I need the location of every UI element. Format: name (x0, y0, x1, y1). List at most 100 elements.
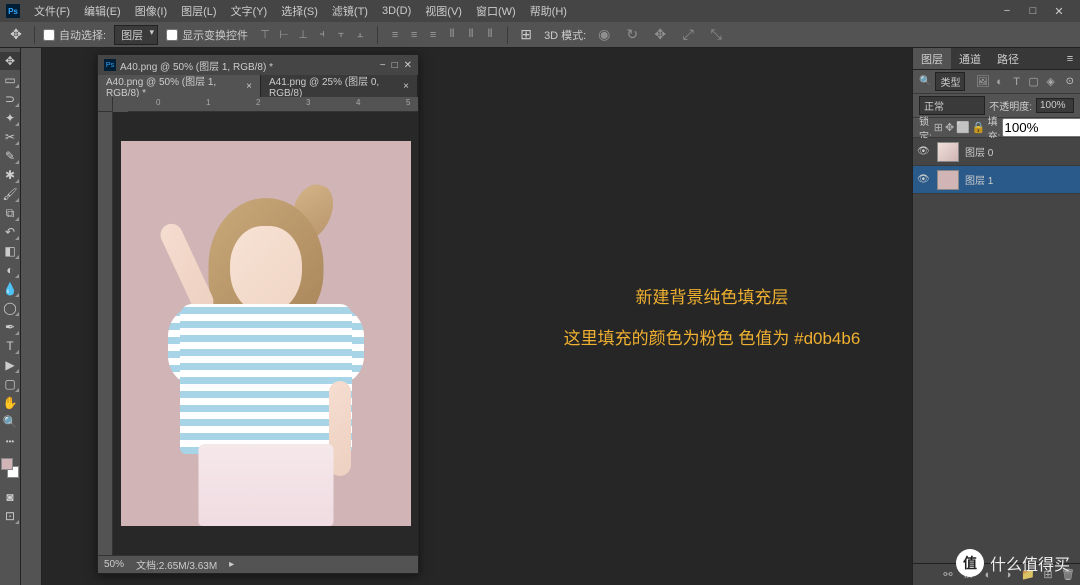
canvas-area[interactable] (113, 112, 418, 555)
align-bottom-icon[interactable]: ⊥ (294, 26, 312, 44)
crop-tool[interactable]: ✂ (0, 128, 20, 146)
color-swatches[interactable] (0, 457, 20, 479)
panel-tab-channels[interactable]: 通道 (951, 48, 989, 69)
hand-tool[interactable]: ✋ (0, 394, 20, 412)
menu-image[interactable]: 图像(I) (129, 1, 173, 21)
align-top-icon[interactable]: ⊤ (256, 26, 274, 44)
zoom-tool[interactable]: 🔍 (0, 413, 20, 431)
type-tool[interactable]: T (0, 337, 20, 355)
doc-close-button[interactable]: ✕ (404, 60, 412, 71)
doc-minimize-button[interactable]: − (380, 60, 386, 71)
doc-tab-1-close[interactable]: × (403, 81, 409, 92)
filter-shape-icon[interactable]: ▢ (1027, 75, 1041, 89)
layer-filter-dropdown[interactable]: 类型 (935, 72, 965, 91)
filter-pixel-icon[interactable]: 🖼 (976, 75, 990, 89)
document-titlebar[interactable]: Ps A40.png @ 50% (图层 1, RGB/8) * − □ ✕ (98, 55, 418, 75)
menu-type[interactable]: 文字(Y) (225, 1, 274, 21)
lock-all-icon[interactable]: 🔒 (972, 121, 986, 134)
distribute-right-icon[interactable]: ⦀ (481, 26, 499, 44)
show-transform-checkbox[interactable]: 显示变换控件 (166, 27, 248, 43)
blur-tool[interactable]: 💧 (0, 280, 20, 298)
distribute-hcenter-icon[interactable]: ⦀ (462, 26, 480, 44)
menu-select[interactable]: 选择(S) (275, 1, 324, 21)
panel-menu-button[interactable]: ≡ (1060, 48, 1080, 69)
panel-tab-layers[interactable]: 图层 (913, 48, 951, 69)
auto-select-mode-dropdown[interactable]: 图层 (114, 25, 158, 45)
doc-tab-0-close[interactable]: × (246, 81, 252, 92)
zoom-level[interactable]: 50% (104, 559, 124, 570)
screen-mode[interactable]: ⊡ (0, 507, 20, 525)
history-brush-tool[interactable]: ↶ (0, 223, 20, 241)
lock-position-icon[interactable]: ✥ (945, 121, 954, 134)
brush-tool[interactable]: 🖌 (0, 185, 20, 203)
distribute-top-icon[interactable]: ≡ (386, 26, 404, 44)
menu-file[interactable]: 文件(F) (28, 1, 76, 21)
opacity-input[interactable] (1036, 98, 1074, 113)
filter-search-icon[interactable]: 🔍 (919, 76, 931, 87)
healing-brush-tool[interactable]: ✱ (0, 166, 20, 184)
filter-toggle[interactable]: ⊙ (1066, 76, 1074, 87)
gradient-tool[interactable]: ◐ (0, 261, 20, 279)
align-right-icon[interactable]: ⫠ (351, 26, 369, 44)
fill-input[interactable] (1002, 118, 1080, 137)
maximize-button[interactable]: □ (1026, 4, 1040, 18)
link-layers-icon[interactable]: ⚯ (940, 567, 956, 583)
layer-name[interactable]: 图层 1 (965, 172, 993, 187)
layer-thumbnail[interactable] (937, 170, 959, 190)
auto-align-icon[interactable]: ⊞ (516, 25, 536, 45)
doc-tab-0[interactable]: A40.png @ 50% (图层 1, RGB/8) * × (98, 75, 261, 97)
ruler-horizontal[interactable]: 0 1 2 3 4 5 (128, 97, 418, 112)
distribute-vcenter-icon[interactable]: ≡ (405, 26, 423, 44)
menu-3d[interactable]: 3D(D) (376, 3, 417, 19)
lock-artboard-icon[interactable]: ⬜ (956, 121, 970, 134)
pen-tool[interactable]: ✒ (0, 318, 20, 336)
auto-select-checkbox[interactable]: 自动选择: (43, 27, 106, 43)
3d-orbit-icon[interactable]: ◉ (594, 25, 614, 45)
rectangle-tool[interactable]: ▢ (0, 375, 20, 393)
quickmask-toggle[interactable]: ◙ (0, 488, 20, 506)
layer-thumbnail[interactable] (937, 142, 959, 162)
dodge-tool[interactable]: ◯ (0, 299, 20, 317)
clone-stamp-tool[interactable]: ⧉ (0, 204, 20, 222)
filter-type-icon[interactable]: T (1010, 75, 1024, 89)
3d-slide-icon[interactable]: ⤢ (678, 25, 698, 45)
align-left-icon[interactable]: ⫞ (313, 26, 331, 44)
close-button[interactable]: ✕ (1052, 4, 1066, 18)
edit-toolbar[interactable]: ••• (0, 432, 20, 450)
3d-scale-icon[interactable]: ⤡ (706, 25, 726, 45)
layer-row-1[interactable]: 👁 图层 1 (913, 166, 1080, 194)
distribute-bottom-icon[interactable]: ≡ (424, 26, 442, 44)
menu-filter[interactable]: 滤镜(T) (326, 1, 374, 21)
lock-pixels-icon[interactable]: ⊞ (934, 121, 943, 134)
file-size[interactable]: 文档:2.65M/3.63M (136, 557, 217, 572)
panel-tab-paths[interactable]: 路径 (989, 48, 1027, 69)
3d-roll-icon[interactable]: ↻ (622, 25, 642, 45)
filter-smart-icon[interactable]: ◈ (1044, 75, 1058, 89)
eyedropper-tool[interactable]: ✎ (0, 147, 20, 165)
layer-name[interactable]: 图层 0 (965, 144, 993, 159)
distribute-left-icon[interactable]: ⦀ (443, 26, 461, 44)
marquee-tool[interactable]: ▭ (0, 71, 20, 89)
layer-visibility-icon[interactable]: 👁 (917, 174, 931, 185)
filter-adjust-icon[interactable]: ◐ (993, 75, 1007, 89)
layer-row-0[interactable]: 👁 图层 0 (913, 138, 1080, 166)
menu-help[interactable]: 帮助(H) (524, 1, 573, 21)
layer-visibility-icon[interactable]: 👁 (917, 146, 931, 157)
foreground-swatch[interactable] (1, 458, 13, 470)
move-tool[interactable]: ✥ (0, 52, 20, 70)
menu-window[interactable]: 窗口(W) (470, 1, 522, 21)
status-arrow-icon[interactable]: ▸ (229, 559, 234, 570)
magic-wand-tool[interactable]: ✦ (0, 109, 20, 127)
align-hcenter-icon[interactable]: ⫟ (332, 26, 350, 44)
lasso-tool[interactable]: ⊃ (0, 90, 20, 108)
doc-maximize-button[interactable]: □ (392, 60, 398, 71)
menu-layer[interactable]: 图层(L) (175, 1, 222, 21)
menu-edit[interactable]: 编辑(E) (78, 1, 127, 21)
minimize-button[interactable]: − (1000, 4, 1014, 18)
ruler-vertical[interactable] (98, 112, 113, 555)
doc-tab-1[interactable]: A41.png @ 25% (图层 0, RGB/8) × (261, 75, 418, 97)
align-vcenter-icon[interactable]: ⊢ (275, 26, 293, 44)
3d-pan-icon[interactable]: ✥ (650, 25, 670, 45)
menu-view[interactable]: 视图(V) (419, 1, 468, 21)
eraser-tool[interactable]: ◧ (0, 242, 20, 260)
